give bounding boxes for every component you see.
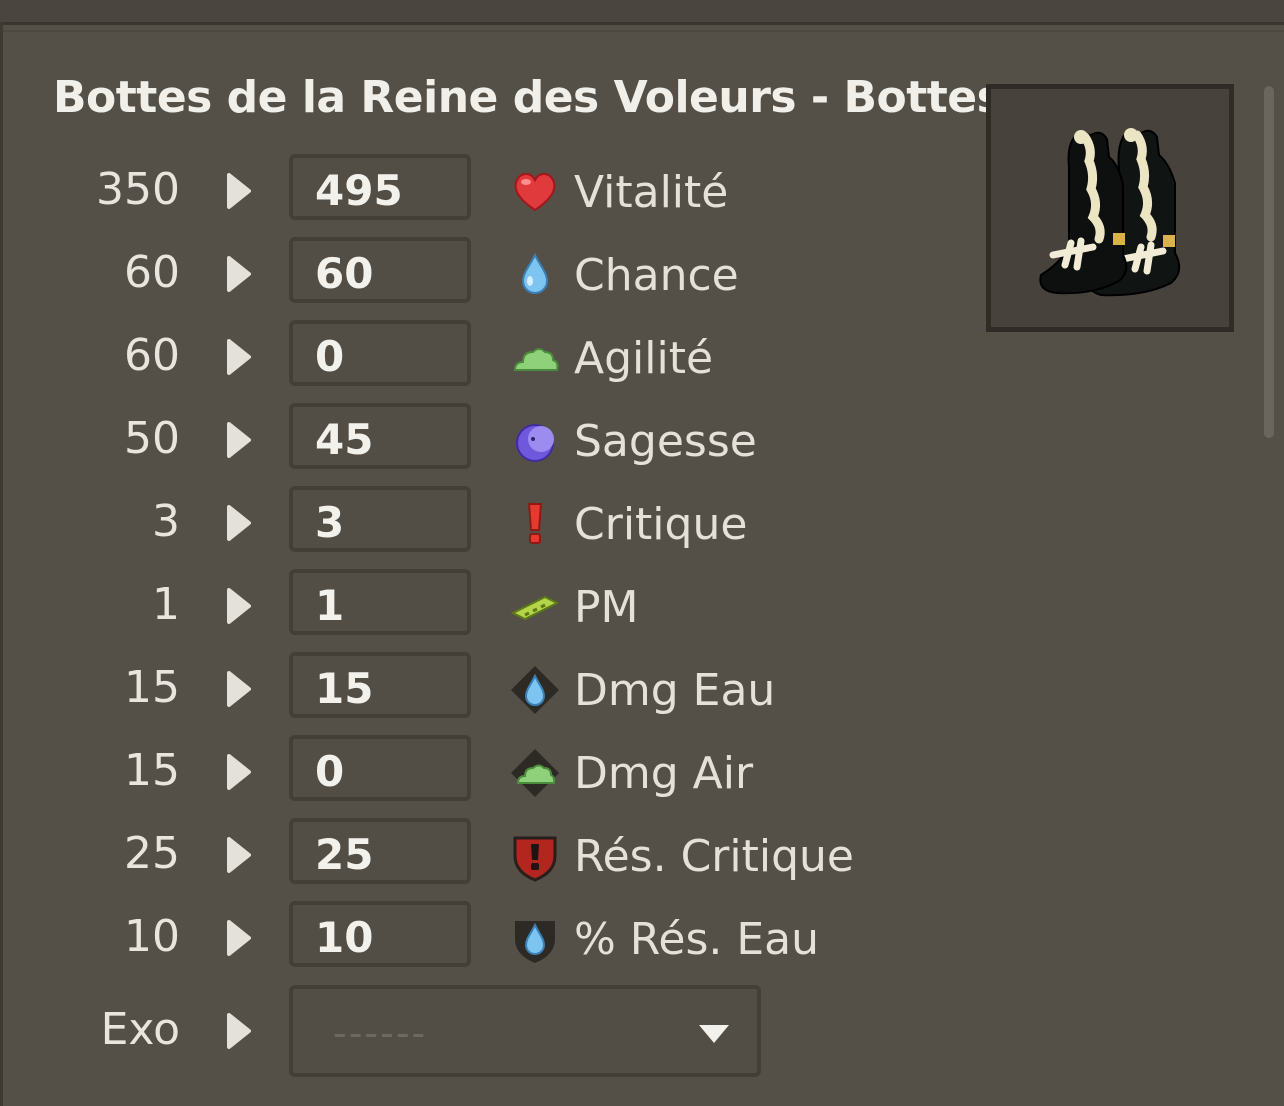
stat-value-text: 10	[315, 913, 374, 962]
critical-resistance-shield-icon	[509, 830, 561, 882]
water-drop-icon	[509, 249, 561, 301]
stat-value-input[interactable]: 45	[289, 403, 471, 469]
stat-row: 350 495 Vitalité	[0, 154, 980, 226]
item-edit-panel: Bottes de la Reine des Voleurs - Bottes …	[0, 0, 1284, 1106]
stat-base-value: 50	[124, 413, 180, 464]
stat-value-input[interactable]: 0	[289, 735, 471, 801]
caret-right-icon[interactable]	[226, 919, 252, 957]
top-bar	[0, 0, 1284, 25]
caret-right-icon[interactable]	[226, 670, 252, 708]
stat-base-value: 25	[124, 828, 180, 879]
stat-value-text: 25	[315, 830, 374, 879]
stat-value-text: 60	[315, 249, 374, 298]
stat-base-value: 15	[124, 745, 180, 796]
stat-value-text: 0	[315, 332, 345, 381]
stat-row: 60 60 Chance	[0, 237, 980, 309]
stat-value-input[interactable]: 15	[289, 652, 471, 718]
exo-label: Exo	[100, 1004, 180, 1055]
stat-value-input[interactable]: 1	[289, 569, 471, 635]
stat-base-value: 3	[152, 496, 180, 547]
stat-name: PM	[574, 582, 639, 633]
wisdom-moon-icon	[509, 415, 561, 467]
boots-icon	[1039, 128, 1181, 297]
caret-right-icon[interactable]	[226, 255, 252, 293]
stat-row: 15 15 Dmg Eau	[0, 652, 980, 724]
water-resistance-shield-icon	[509, 913, 561, 965]
stat-base-value: 350	[96, 164, 180, 215]
stat-base-value: 15	[124, 662, 180, 713]
water-damage-icon	[509, 664, 561, 716]
movement-points-icon	[509, 581, 561, 633]
stat-value-input[interactable]: 3	[289, 486, 471, 552]
stat-value-text: 0	[315, 747, 345, 796]
stat-row: 3 3 Critique	[0, 486, 980, 558]
stat-value-input[interactable]: 495	[289, 154, 471, 220]
caret-right-icon[interactable]	[226, 836, 252, 874]
stat-value-input[interactable]: 10	[289, 901, 471, 967]
stat-value-text: 3	[315, 498, 345, 547]
stat-name: Dmg Eau	[574, 665, 776, 716]
stat-name: Rés. Critique	[574, 831, 854, 882]
caret-right-icon[interactable]	[226, 338, 252, 376]
air-damage-icon	[509, 747, 561, 799]
caret-right-icon[interactable]	[226, 421, 252, 459]
stat-value-text: 1	[315, 581, 345, 630]
item-image-frame	[986, 84, 1234, 332]
stat-value-text: 495	[315, 166, 403, 215]
stat-row: 25 25 Rés. Critique	[0, 818, 980, 890]
stat-name: Sagesse	[574, 416, 757, 467]
exo-placeholder: ------	[333, 1011, 428, 1055]
caret-right-icon[interactable]	[226, 1012, 252, 1050]
stat-name: Agilité	[574, 333, 714, 384]
heart-icon	[509, 166, 561, 218]
stat-name: Dmg Air	[574, 748, 754, 799]
stat-base-value: 10	[124, 911, 180, 962]
stat-value-text: 45	[315, 415, 374, 464]
stat-row: 15 0 Dmg Air	[0, 735, 980, 807]
chevron-down-icon	[699, 1025, 729, 1043]
stat-name: Vitalité	[574, 167, 729, 218]
stat-row: 1 1 PM	[0, 569, 980, 641]
stat-value-input[interactable]: 60	[289, 237, 471, 303]
stat-base-value: 60	[124, 247, 180, 298]
stat-value-text: 15	[315, 664, 374, 713]
stat-value-input[interactable]: 0	[289, 320, 471, 386]
stat-base-value: 1	[152, 579, 180, 630]
stat-row: 50 45 Sagesse	[0, 403, 980, 475]
caret-right-icon[interactable]	[226, 504, 252, 542]
exo-select[interactable]: ------	[289, 985, 761, 1077]
item-title: Bottes de la Reine des Voleurs - Bottes	[53, 72, 1003, 123]
stat-name: Chance	[574, 250, 739, 301]
stat-row: 10 10 % Rés. Eau	[0, 901, 980, 973]
scrollbar[interactable]	[1264, 86, 1274, 438]
air-cloud-icon	[509, 332, 561, 384]
critical-exclamation-icon	[509, 498, 561, 550]
caret-right-icon[interactable]	[226, 587, 252, 625]
caret-right-icon[interactable]	[226, 172, 252, 210]
stat-name: Critique	[574, 499, 748, 550]
stat-row: 60 0 Agilité	[0, 320, 980, 392]
stat-base-value: 60	[124, 330, 180, 381]
divider	[0, 30, 1284, 32]
stat-name: % Rés. Eau	[574, 914, 820, 965]
stat-value-input[interactable]: 25	[289, 818, 471, 884]
caret-right-icon[interactable]	[226, 753, 252, 791]
